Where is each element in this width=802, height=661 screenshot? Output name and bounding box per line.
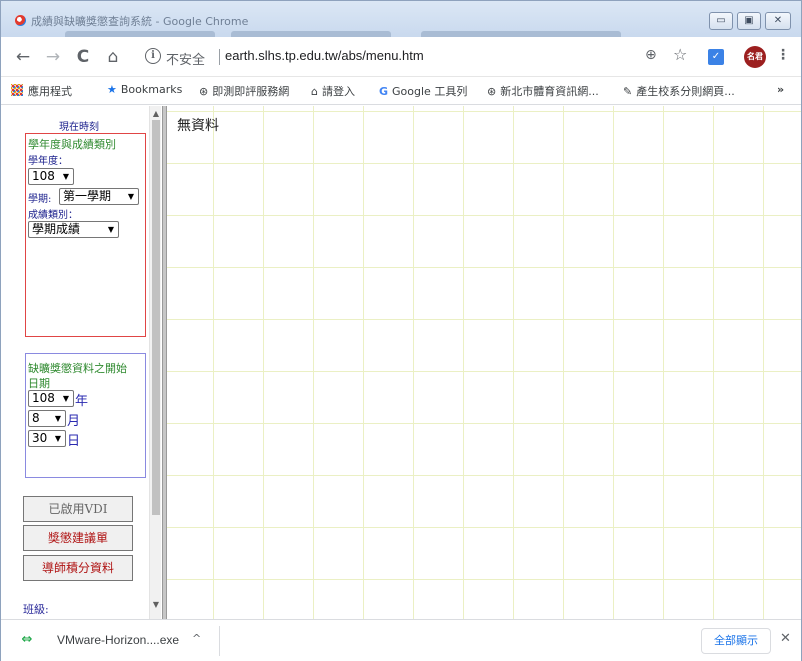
extension-icon[interactable]: ✓ bbox=[708, 49, 724, 65]
reload-button[interactable]: C bbox=[71, 45, 95, 69]
forward-button[interactable]: → bbox=[41, 45, 65, 69]
bookmarks-bar: 應用程式 ★ Bookmarks ⊛ 即測即評服務網 ⌂ 請登入 G Google 工具… bbox=[1, 77, 801, 105]
bookmark-bookmarks[interactable]: ★ Bookmarks bbox=[107, 83, 182, 96]
scroll-thumb[interactable] bbox=[152, 120, 160, 515]
home-icon: ⌂ bbox=[311, 85, 318, 98]
bookmarks-overflow-button[interactable]: » bbox=[777, 83, 784, 96]
download-bar: ⇔ VMware-Horizon....exe ^ 全部顯示 ✕ bbox=[1, 619, 801, 661]
bookmark-google-toolbar[interactable]: G Google 工具列 bbox=[379, 83, 467, 99]
chrome-menu-icon[interactable]: ⋮ bbox=[776, 47, 790, 63]
home-button[interactable]: ⌂ bbox=[101, 45, 125, 69]
google-icon: G bbox=[379, 85, 389, 98]
grade-category-label: 成績類別： bbox=[28, 210, 78, 221]
url-text[interactable]: earth.slhs.tp.edu.tw/abs/menu.htm bbox=[225, 48, 424, 63]
vdi-enabled-button[interactable]: 已啟用VDI bbox=[23, 496, 133, 522]
security-status: 不安全 bbox=[166, 53, 206, 68]
dropdown-arrow-icon: ▼ bbox=[62, 394, 69, 403]
installer-file-icon: ⇔ bbox=[21, 632, 33, 647]
attendance-section-header: 缺曠獎懲資料之開始 bbox=[28, 362, 127, 375]
globe-icon: ⊛ bbox=[199, 85, 209, 98]
address-separator bbox=[219, 49, 220, 65]
browser-toolbar: ← → C ⌂ i 不安全 earth.slhs.tp.edu.tw/abs/m… bbox=[1, 37, 801, 77]
school-year-label: 學年度： bbox=[28, 156, 68, 167]
minimize-button[interactable]: ▭ bbox=[709, 12, 733, 30]
dropdown-arrow-icon: ▼ bbox=[54, 434, 61, 443]
back-button[interactable]: ← bbox=[11, 45, 35, 69]
bookmark-apps[interactable]: 應用程式 bbox=[11, 83, 72, 99]
show-all-downloads-button[interactable]: 全部顯示 bbox=[701, 628, 771, 654]
bookmark-school-rules[interactable]: ✎ 產生校系分則網頁... bbox=[623, 83, 735, 99]
grades-section-header: 學年度與成績類別 bbox=[28, 138, 116, 151]
bookmark-sports-info[interactable]: ⊛ 新北市體育資訊網... bbox=[487, 83, 599, 99]
menu-scrollbar[interactable]: ▲ ▼ bbox=[149, 106, 161, 619]
semester-select[interactable]: 第一學期 ▼ bbox=[59, 188, 139, 205]
download-file-name[interactable]: VMware-Horizon....exe bbox=[57, 633, 179, 647]
star-icon: ★ bbox=[107, 83, 117, 96]
class-label: 班級: bbox=[23, 603, 49, 616]
start-year-select[interactable]: 108 ▼ bbox=[28, 390, 74, 407]
browser-window: 成績與缺曠獎懲查詢系統 - Google Chrome ▭ ▣ ✕ ← → C … bbox=[0, 0, 802, 661]
title-bar: 成績與缺曠獎懲查詢系統 - Google Chrome ▭ ▣ ✕ bbox=[1, 1, 801, 37]
dropdown-arrow-icon: ▼ bbox=[62, 172, 69, 181]
page-content: 現在時刻 學年度與成績類別 學年度： 108 ▼ 學期: 第一學期 ▼ 成績類別： … bbox=[1, 106, 801, 619]
apps-icon bbox=[11, 84, 23, 96]
dropdown-arrow-icon: ▼ bbox=[127, 192, 134, 201]
info-icon[interactable]: i bbox=[145, 48, 161, 64]
start-month-select[interactable]: 8 ▼ bbox=[28, 410, 66, 427]
reward-suggestion-button[interactable]: 獎懲建議單 bbox=[23, 525, 133, 551]
close-download-bar-icon[interactable]: ✕ bbox=[780, 631, 791, 646]
semester-label: 學期: bbox=[28, 194, 52, 205]
grade-category-select[interactable]: 學期成績 ▼ bbox=[28, 221, 119, 238]
month-unit-label: 月 bbox=[67, 414, 81, 429]
scroll-up-icon[interactable]: ▲ bbox=[151, 109, 161, 118]
bookmark-testing-service[interactable]: ⊛ 即測即評服務網 bbox=[199, 83, 289, 99]
scroll-down-icon[interactable]: ▼ bbox=[151, 600, 161, 609]
current-time-label: 現在時刻 bbox=[59, 122, 99, 133]
bookmark-star-icon[interactable]: ☆ bbox=[673, 45, 687, 64]
dropdown-arrow-icon: ▼ bbox=[54, 414, 61, 423]
address-bar[interactable]: i 不安全 earth.slhs.tp.edu.tw/abs/menu.htm bbox=[139, 44, 699, 70]
bookmark-login[interactable]: ⌂ 請登入 bbox=[311, 83, 355, 99]
globe-icon: ⊛ bbox=[487, 85, 497, 98]
mentor-points-button[interactable]: 導師積分資料 bbox=[23, 555, 133, 581]
no-data-message: 無資料 bbox=[177, 118, 219, 134]
zoom-icon[interactable]: ⊕ bbox=[645, 47, 657, 63]
profile-avatar[interactable]: 名君 bbox=[744, 46, 766, 68]
menu-frame: 現在時刻 學年度與成績類別 學年度： 108 ▼ 學期: 第一學期 ▼ 成績類別： … bbox=[1, 106, 149, 619]
dropdown-arrow-icon: ▼ bbox=[107, 225, 114, 234]
window-title: 成績與缺曠獎懲查詢系統 - Google Chrome bbox=[31, 15, 249, 28]
start-day-select[interactable]: 30 ▼ bbox=[28, 430, 66, 447]
main-frame: 無資料 bbox=[167, 106, 801, 619]
download-options-caret-icon[interactable]: ^ bbox=[192, 632, 201, 645]
maximize-button[interactable]: ▣ bbox=[737, 12, 761, 30]
chrome-favicon-icon bbox=[15, 15, 26, 26]
brush-icon: ✎ bbox=[623, 85, 633, 98]
year-unit-label: 年 bbox=[75, 394, 89, 409]
download-separator bbox=[219, 626, 220, 656]
close-window-button[interactable]: ✕ bbox=[765, 12, 791, 30]
attendance-section-header-line2: 日期 bbox=[28, 377, 50, 390]
day-unit-label: 日 bbox=[67, 434, 81, 449]
school-year-select[interactable]: 108 ▼ bbox=[28, 168, 74, 185]
